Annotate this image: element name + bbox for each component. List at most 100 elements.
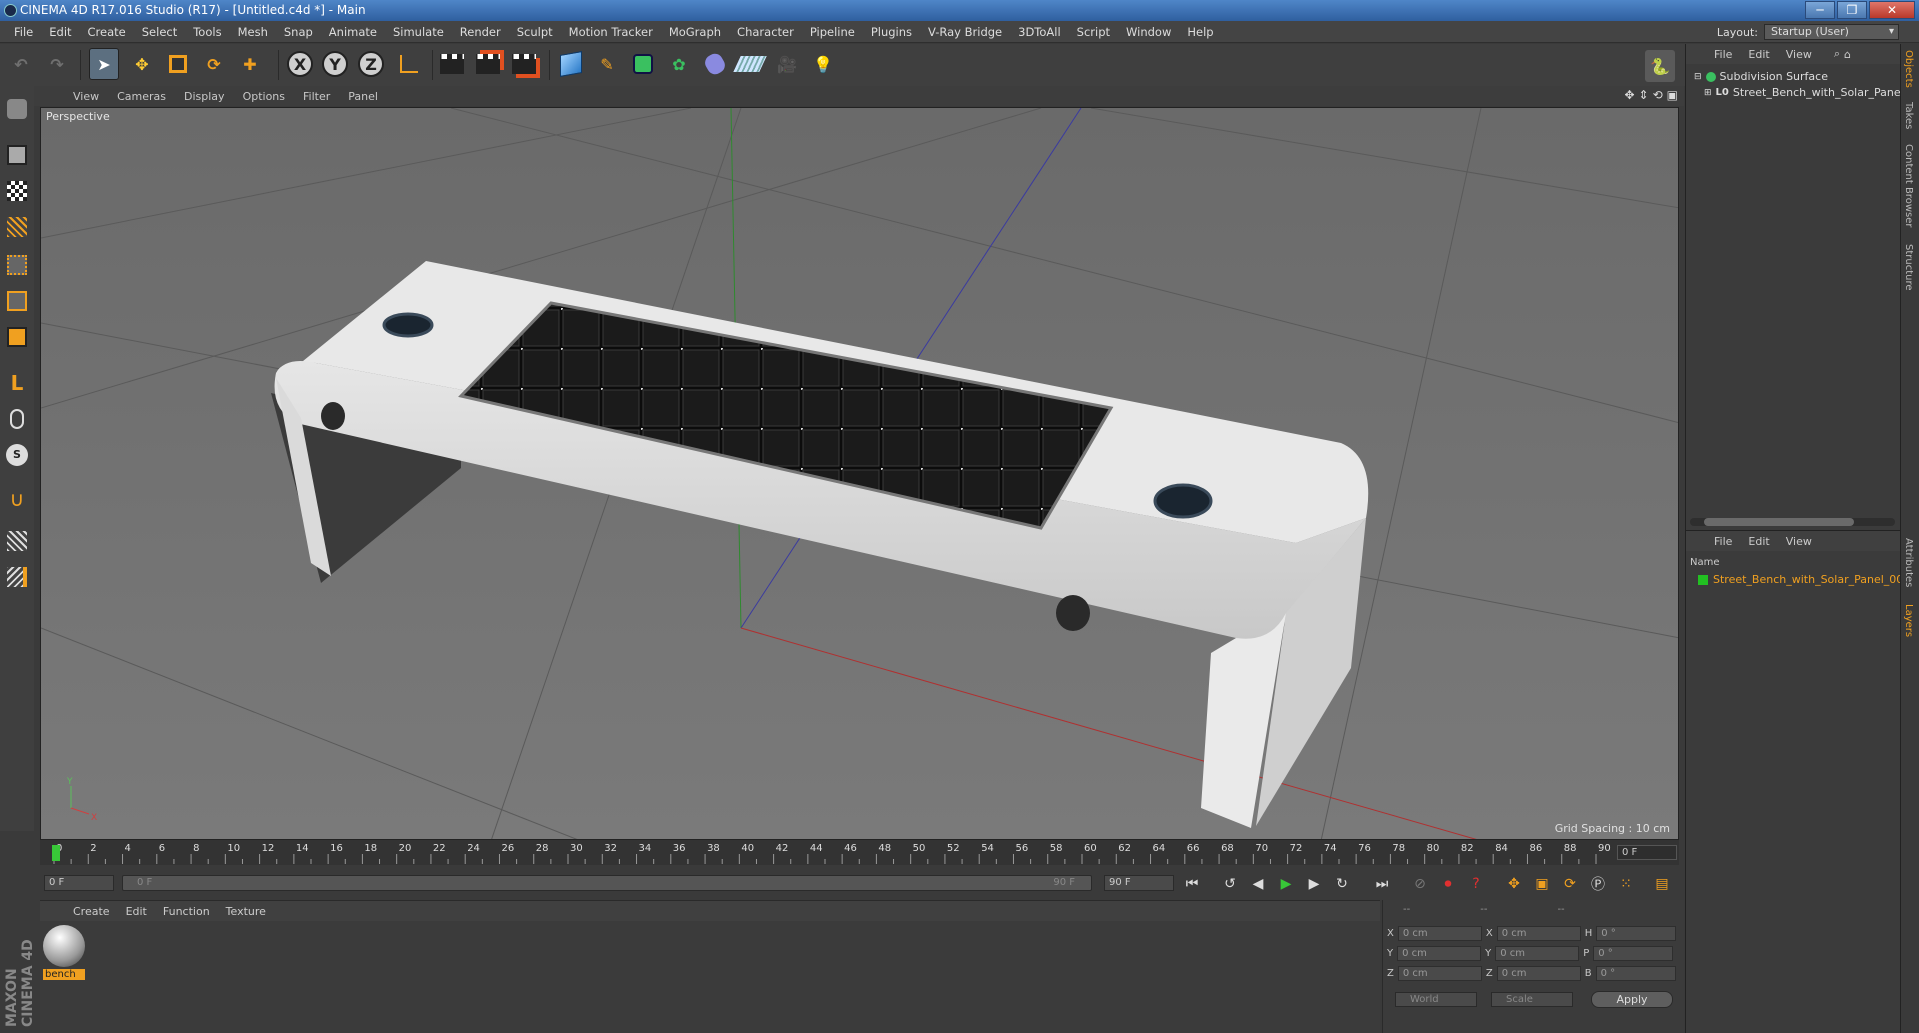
workplane-button[interactable] [3,212,31,242]
viewport-menu-view[interactable]: View [64,90,108,103]
minimize-button[interactable]: ─ [1805,1,1835,19]
rotation-h-field[interactable]: 0 ° [1596,926,1677,941]
position-y-field[interactable]: 0 cm [1397,946,1482,961]
end-frame-field[interactable]: 90 F [1104,875,1174,891]
render-to-picture-viewer-button[interactable] [473,48,503,80]
menu-render[interactable]: Render [452,25,509,39]
x-axis-button[interactable]: X [285,48,315,80]
layer-color-swatch[interactable] [1698,574,1708,585]
axis-mode-button[interactable]: L [3,368,31,398]
dolly-icon[interactable]: ⇕ [1639,88,1649,102]
layers-menu-file[interactable]: File [1706,535,1740,548]
menu-file[interactable]: File [6,25,41,39]
y-axis-button[interactable]: Y [320,48,350,80]
menu-mesh[interactable]: Mesh [230,25,276,39]
redo-button[interactable]: ↷ [42,48,72,80]
previous-key-button[interactable]: ↺ [1218,873,1242,895]
viewport-menu-cameras[interactable]: Cameras [108,90,175,103]
coordinate-mode-dropdown[interactable]: World [1395,992,1477,1007]
lock-workplane-button[interactable] [3,526,31,556]
rotation-p-field[interactable]: 0 ° [1593,946,1674,961]
points-mode-button[interactable] [3,250,31,280]
home-icon[interactable]: ⌂ [1844,48,1851,61]
material-menu-function[interactable]: Function [155,905,218,918]
menu-mograph[interactable]: MoGraph [661,25,729,39]
add-cube-button[interactable] [556,48,586,80]
tab-takes[interactable]: Takes [1903,102,1914,129]
menu-simulate[interactable]: Simulate [385,25,452,39]
z-axis-button[interactable]: Z [356,48,386,80]
menu-snap[interactable]: Snap [276,25,321,39]
menu-sculpt[interactable]: Sculpt [509,25,561,39]
play-button[interactable]: ▶ [1274,873,1298,895]
menu-pipeline[interactable]: Pipeline [802,25,863,39]
object-row-bench[interactable]: ⊞ L0 Street_Bench_with_Solar_Panel_C [1704,86,1917,99]
tab-content-browser[interactable]: Content Browser [1903,144,1914,227]
menu-animate[interactable]: Animate [321,25,385,39]
material-name[interactable]: bench [43,969,85,980]
objects-menu-edit[interactable]: Edit [1740,48,1777,61]
playhead[interactable] [52,845,60,861]
rotate-tool-button[interactable]: ⟳ [199,48,229,80]
timeline-window-button[interactable]: ▤ [1650,873,1674,895]
search-icon[interactable]: ⌕ [1834,47,1840,61]
material-menu-create[interactable]: Create [65,905,118,918]
add-floor-button[interactable] [733,48,767,80]
objects-menu-file[interactable]: File [1706,48,1740,61]
layer-row[interactable]: Street_Bench_with_Solar_Panel_00 [1698,573,1903,586]
add-mograph-button[interactable]: ✿ [664,48,694,80]
tab-attributes[interactable]: Attributes [1903,538,1914,587]
model-mode-button[interactable] [3,140,31,170]
size-y-field[interactable]: 0 cm [1495,946,1580,961]
object-name-bench[interactable]: Street_Bench_with_Solar_Panel_C [1733,86,1917,99]
menu-help[interactable]: Help [1179,25,1221,39]
menu-vray-bridge[interactable]: V-Ray Bridge [920,25,1010,39]
object-row-subdivision[interactable]: ⊟ Subdivision Surface [1694,70,1828,83]
maximize-view-icon[interactable]: ▣ [1667,88,1678,102]
frame-range-slider[interactable]: 0 F 90 F [122,875,1092,891]
position-x-field[interactable]: 0 cm [1397,926,1482,941]
add-deformer-button[interactable] [700,48,730,80]
texture-mode-button[interactable] [3,176,31,206]
autokey-button[interactable]: ⏺ [1436,873,1460,895]
render-settings-button[interactable] [509,48,539,80]
polygons-mode-button[interactable] [3,322,31,352]
key-position-button[interactable]: ✥ [1502,873,1526,895]
maximize-button[interactable]: ❐ [1837,1,1867,19]
live-selection-button[interactable]: ➤ [89,48,119,80]
key-scale-button[interactable]: ▣ [1530,873,1554,895]
snap-toggle-button[interactable]: S [3,440,31,470]
position-z-field[interactable]: 0 cm [1397,966,1482,981]
viewport-menu-display[interactable]: Display [175,90,234,103]
menu-character[interactable]: Character [729,25,802,39]
coordinate-system-button[interactable] [394,48,424,80]
menu-plugins[interactable]: Plugins [863,25,920,39]
next-key-button[interactable]: ↻ [1330,873,1354,895]
edges-mode-button[interactable] [3,286,31,316]
material-menu-texture[interactable]: Texture [218,905,274,918]
workplane-rotate-button[interactable] [3,562,31,592]
undo-button[interactable]: ↶ [6,48,36,80]
key-pla-button[interactable]: ⁙ [1614,873,1638,895]
size-mode-dropdown[interactable]: Scale [1491,992,1573,1007]
orbit-icon[interactable]: ⟲ [1653,88,1663,102]
expand-icon[interactable]: ⊞ [1704,88,1712,98]
menu-3dtoall[interactable]: 3DToAll [1010,25,1069,39]
close-button[interactable]: ✕ [1869,1,1915,19]
record-keys-button[interactable]: ⊘ [1408,873,1432,895]
recent-tool-button[interactable]: ✚ [235,48,265,80]
current-frame-field[interactable]: 0 F [1617,845,1677,860]
add-light-button[interactable]: 💡 [808,48,838,80]
keyframe-help-button[interactable]: ? [1464,873,1488,895]
tab-layers[interactable]: Layers [1903,604,1914,637]
go-to-end-button[interactable]: ⏭ [1370,873,1394,895]
menu-window[interactable]: Window [1118,25,1179,39]
key-rotation-button[interactable]: ⟳ [1558,873,1582,895]
menu-create[interactable]: Create [80,25,134,39]
tab-structure[interactable]: Structure [1903,244,1914,291]
material-swatch[interactable]: bench [43,925,85,985]
menu-tools[interactable]: Tools [185,25,229,39]
pan-icon[interactable]: ✥ [1624,88,1634,102]
objects-menu-view[interactable]: View [1778,48,1820,61]
objects-scrollbar[interactable] [1690,518,1895,526]
